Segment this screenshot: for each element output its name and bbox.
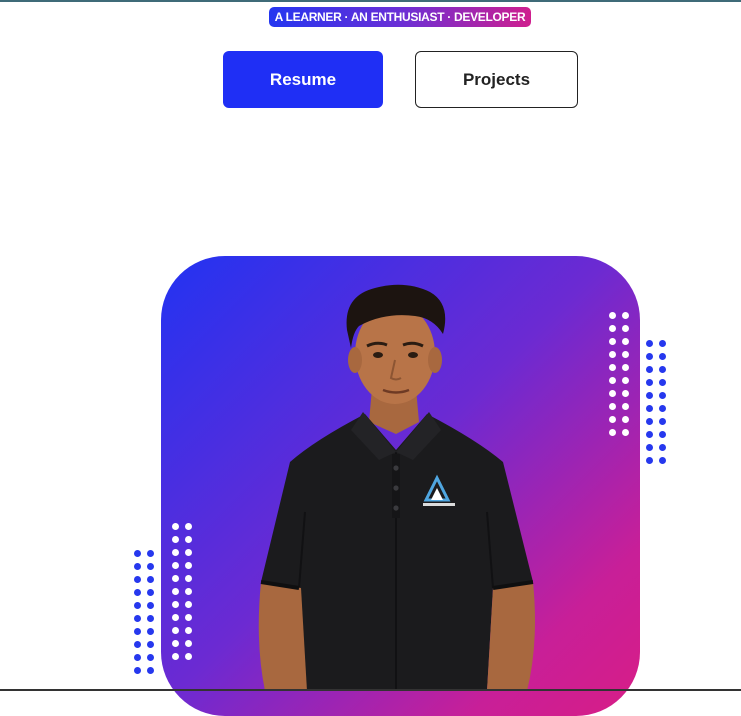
dot — [622, 403, 629, 410]
dot — [172, 653, 179, 660]
dots-decoration-top-white — [609, 312, 629, 436]
dot — [659, 457, 666, 464]
dot — [134, 563, 141, 570]
dot — [646, 418, 653, 425]
dot — [185, 536, 192, 543]
dot — [659, 431, 666, 438]
dot — [646, 353, 653, 360]
dot — [659, 392, 666, 399]
dot — [609, 338, 616, 345]
dot — [659, 379, 666, 386]
dot — [172, 523, 179, 530]
dot — [659, 340, 666, 347]
dot — [609, 403, 616, 410]
dot — [172, 562, 179, 569]
dot — [134, 602, 141, 609]
dot — [147, 576, 154, 583]
top-border — [0, 0, 741, 2]
dot — [609, 390, 616, 397]
dot — [659, 418, 666, 425]
dot — [646, 457, 653, 464]
dots-decoration-bottom-white — [172, 523, 192, 660]
dot — [185, 601, 192, 608]
dot — [646, 379, 653, 386]
dots-decoration-top-blue — [646, 340, 666, 464]
dot — [622, 351, 629, 358]
dot — [172, 614, 179, 621]
dot — [134, 589, 141, 596]
dot — [185, 640, 192, 647]
dot — [185, 614, 192, 621]
dot — [134, 615, 141, 622]
dot — [622, 390, 629, 397]
dot — [659, 405, 666, 412]
dot — [622, 312, 629, 319]
dot — [646, 340, 653, 347]
dot — [134, 550, 141, 557]
dot — [172, 549, 179, 556]
dot — [646, 366, 653, 373]
dot — [646, 431, 653, 438]
dot — [622, 338, 629, 345]
dot — [134, 641, 141, 648]
dot — [609, 377, 616, 384]
dot — [185, 653, 192, 660]
dot — [659, 353, 666, 360]
dot — [622, 416, 629, 423]
resume-button[interactable]: Resume — [223, 51, 383, 108]
dot — [185, 523, 192, 530]
portrait-photo — [258, 284, 535, 691]
dot — [609, 312, 616, 319]
dot — [147, 550, 154, 557]
resume-button-label: Resume — [269, 69, 337, 89]
dot — [646, 444, 653, 451]
dot — [646, 405, 653, 412]
dot — [172, 536, 179, 543]
dot — [147, 589, 154, 596]
dot — [185, 549, 192, 556]
dot — [134, 628, 141, 635]
dots-decoration-bottom-blue — [134, 550, 154, 674]
projects-button-label: Projects — [462, 69, 531, 89]
dot — [134, 576, 141, 583]
dot — [134, 654, 141, 661]
dot — [147, 654, 154, 661]
dot — [147, 641, 154, 648]
dot — [172, 627, 179, 634]
dot — [622, 429, 629, 436]
dot — [172, 588, 179, 595]
dot — [147, 667, 154, 674]
dot — [147, 563, 154, 570]
dot — [609, 416, 616, 423]
projects-button[interactable]: Projects — [415, 51, 578, 108]
tagline-badge: A LEARNER · AN ENTHUSIAST · DEVELOPER — [269, 7, 531, 27]
dot — [147, 615, 154, 622]
dot — [147, 602, 154, 609]
dot — [172, 575, 179, 582]
dot — [185, 627, 192, 634]
dot — [609, 351, 616, 358]
dot — [622, 377, 629, 384]
dot — [185, 562, 192, 569]
dot — [609, 429, 616, 436]
dot — [622, 325, 629, 332]
dot — [172, 640, 179, 647]
dot — [185, 588, 192, 595]
dot — [609, 364, 616, 371]
dot — [622, 364, 629, 371]
dot — [172, 601, 179, 608]
dot — [659, 444, 666, 451]
dot — [609, 325, 616, 332]
dot — [134, 667, 141, 674]
dot — [147, 628, 154, 635]
dot — [185, 575, 192, 582]
dot — [659, 366, 666, 373]
dot — [646, 392, 653, 399]
